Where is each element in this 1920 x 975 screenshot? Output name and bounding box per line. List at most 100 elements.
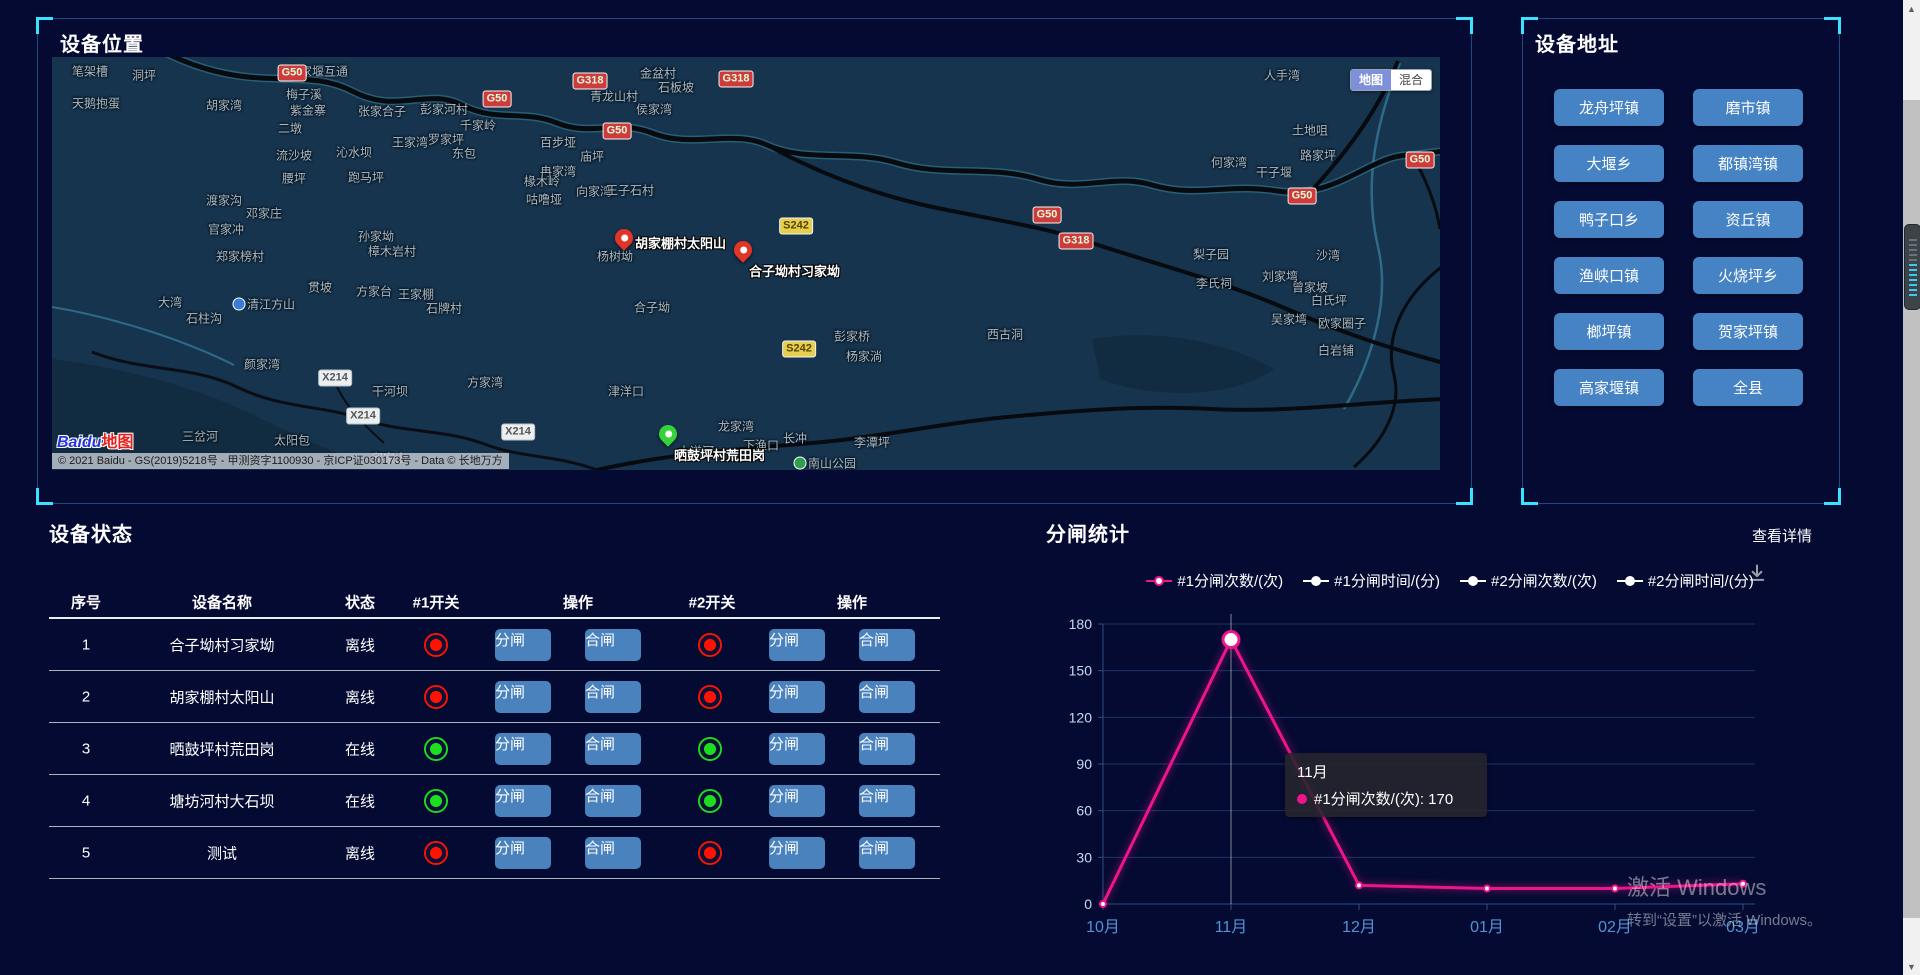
open-switch2-button[interactable]: 分闸 bbox=[769, 733, 825, 765]
address-button[interactable]: 大堰乡 bbox=[1554, 145, 1664, 182]
open-switch1-button[interactable]: 分闸 bbox=[495, 837, 551, 869]
legend-item[interactable]: #2分闸次数/(次) bbox=[1460, 570, 1597, 591]
table-row: 3晒鼓坪村荒田岗在线分闸合闸分闸合闸 bbox=[49, 723, 940, 775]
row-index: 5 bbox=[82, 844, 90, 861]
open-switch1-button[interactable]: 分闸 bbox=[495, 681, 551, 713]
row-index: 1 bbox=[82, 636, 90, 653]
device-status: 在线 bbox=[345, 738, 375, 759]
close-switch2-button[interactable]: 合闸 bbox=[859, 629, 915, 661]
map-place-label: 千家岭 bbox=[460, 117, 496, 134]
address-button[interactable]: 鸭子口乡 bbox=[1554, 201, 1664, 238]
data-point[interactable] bbox=[1484, 885, 1490, 891]
device-location-panel: 设备位置 笔架槽洞坪天鹅抱蛋胡家湾高家堰互通梅子溪紫金寨二墩张家合子彭家河村千家… bbox=[37, 18, 1472, 504]
road-badge-G318: G318 bbox=[1059, 233, 1094, 250]
legend-item[interactable]: #1分闸时间/(分) bbox=[1303, 570, 1440, 591]
address-button[interactable]: 贺家坪镇 bbox=[1693, 313, 1803, 350]
map-place-label: 大湾 bbox=[158, 294, 182, 311]
close-switch1-button[interactable]: 合闸 bbox=[585, 837, 641, 869]
baidu-logo-suffix: 地图 bbox=[101, 434, 133, 451]
map-type-button-map[interactable]: 地图 bbox=[1351, 70, 1391, 90]
map-place-label: 干子堰 bbox=[1256, 164, 1292, 181]
corner-decoration bbox=[36, 488, 53, 505]
switch2-indicator bbox=[698, 737, 722, 761]
close-switch1-button[interactable]: 合闸 bbox=[585, 681, 641, 713]
map-place-label: 樟木岩村 bbox=[368, 243, 416, 260]
address-button[interactable]: 磨市镇 bbox=[1693, 89, 1803, 126]
map-place-label: 李氏祠 bbox=[1196, 275, 1232, 292]
open-switch1-button[interactable]: 分闸 bbox=[495, 629, 551, 661]
map-place-label: 沁水坝 bbox=[336, 144, 372, 161]
map-place-label: 咕噜垭 bbox=[526, 191, 562, 208]
close-switch1-button[interactable]: 合闸 bbox=[585, 629, 641, 661]
view-details-link[interactable]: 查看详情 bbox=[1752, 525, 1812, 546]
status-table-header: 序号设备名称状态#1开关操作#2开关操作 bbox=[49, 587, 940, 617]
close-switch2-button[interactable]: 合闸 bbox=[859, 681, 915, 713]
close-switch2-button[interactable]: 合闸 bbox=[859, 733, 915, 765]
scrollbar-thumb[interactable] bbox=[1903, 100, 1920, 918]
map-place-label: 洞坪 bbox=[132, 67, 156, 84]
map-place-label: 跑马坪 bbox=[348, 169, 384, 186]
status-table-body: 1合子坳村习家坳离线分闸合闸分闸合闸2胡家棚村太阳山离线分闸合闸分闸合闸3晒鼓坪… bbox=[49, 619, 940, 879]
open-switch2-button[interactable]: 分闸 bbox=[769, 837, 825, 869]
map-place-label: 官家冲 bbox=[208, 221, 244, 238]
open-switch2-button[interactable]: 分闸 bbox=[769, 681, 825, 713]
scroll-position-widget bbox=[1904, 224, 1920, 310]
map-place-label: 郑家榜村 bbox=[216, 248, 264, 265]
data-point[interactable] bbox=[1356, 882, 1362, 888]
switch2-indicator bbox=[698, 789, 722, 813]
address-button[interactable]: 高家堰镇 bbox=[1554, 369, 1664, 406]
address-button[interactable]: 渔峡口镇 bbox=[1554, 257, 1664, 294]
scrollbar-down-button[interactable]: ▼ bbox=[1903, 958, 1920, 975]
open-switch1-button[interactable]: 分闸 bbox=[495, 785, 551, 817]
switch2-indicator bbox=[698, 685, 722, 709]
map-type-button-hybrid[interactable]: 混合 bbox=[1391, 70, 1431, 90]
baidu-map[interactable]: 笔架槽洞坪天鹅抱蛋胡家湾高家堰互通梅子溪紫金寨二墩张家合子彭家河村千家岭王家湾罗… bbox=[52, 57, 1440, 470]
device-name: 测试 bbox=[207, 842, 237, 863]
close-switch2-button[interactable]: 合闸 bbox=[859, 837, 915, 869]
column-header: 状态 bbox=[345, 592, 375, 613]
column-header: #2开关 bbox=[689, 592, 736, 613]
close-switch1-button[interactable]: 合闸 bbox=[585, 785, 641, 817]
close-switch1-button[interactable]: 合闸 bbox=[585, 733, 641, 765]
open-switch1-button[interactable]: 分闸 bbox=[495, 733, 551, 765]
map-place-label: 侯家湾 bbox=[636, 101, 672, 118]
open-switch2-button[interactable]: 分闸 bbox=[769, 785, 825, 817]
table-row: 1合子坳村习家坳离线分闸合闸分闸合闸 bbox=[49, 619, 940, 671]
road-badge-G50: G50 bbox=[1288, 188, 1317, 205]
row-index: 4 bbox=[82, 792, 90, 809]
address-button[interactable]: 都镇湾镇 bbox=[1693, 145, 1803, 182]
switch1-indicator bbox=[424, 789, 448, 813]
switch2-indicator bbox=[698, 841, 722, 865]
y-axis-label: 30 bbox=[1076, 849, 1092, 865]
map-place-label: 杨家淌 bbox=[846, 348, 882, 365]
data-point[interactable] bbox=[1100, 901, 1106, 907]
data-point[interactable] bbox=[1612, 885, 1618, 891]
map-marker-label: 胡家棚村太阳山 bbox=[635, 233, 726, 252]
map-place-label: 东包 bbox=[452, 145, 476, 162]
baidu-logo: Baidu地图 bbox=[57, 428, 133, 452]
scrollbar-up-button[interactable]: ▲ bbox=[1903, 0, 1920, 17]
close-switch2-button[interactable]: 合闸 bbox=[859, 785, 915, 817]
map-place-label: 渡家沟 bbox=[206, 192, 242, 209]
map-attribution: © 2021 Baidu - GS(2019)5218号 - 甲测资字11009… bbox=[52, 453, 509, 469]
address-button[interactable]: 资丘镇 bbox=[1693, 201, 1803, 238]
legend-item[interactable]: #1分闸次数/(次) bbox=[1146, 570, 1283, 591]
address-button[interactable]: 榔坪镇 bbox=[1554, 313, 1664, 350]
corner-decoration bbox=[1456, 17, 1473, 34]
map-place-label: 长冲 bbox=[783, 430, 807, 447]
open-switch2-button[interactable]: 分闸 bbox=[769, 629, 825, 661]
address-button[interactable]: 龙舟坪镇 bbox=[1554, 89, 1664, 126]
address-button[interactable]: 全县 bbox=[1693, 369, 1803, 406]
corner-decoration bbox=[1456, 488, 1473, 505]
watermark-line1: 激活 Windows bbox=[1627, 870, 1822, 902]
x-axis-label: 01月 bbox=[1470, 919, 1504, 936]
address-button[interactable]: 火烧坪乡 bbox=[1693, 257, 1803, 294]
map-place-label: 白岩铺 bbox=[1318, 342, 1354, 359]
switch2-indicator bbox=[698, 633, 722, 657]
tooltip-month: 11月 bbox=[1297, 761, 1475, 782]
switch1-indicator bbox=[424, 841, 448, 865]
map-place-label: 沙湾 bbox=[1316, 247, 1340, 264]
highlighted-data-point[interactable] bbox=[1223, 632, 1239, 648]
map-place-label: 何家湾 bbox=[1211, 154, 1247, 171]
legend-item[interactable]: #2分闸时间/(分) bbox=[1617, 570, 1754, 591]
